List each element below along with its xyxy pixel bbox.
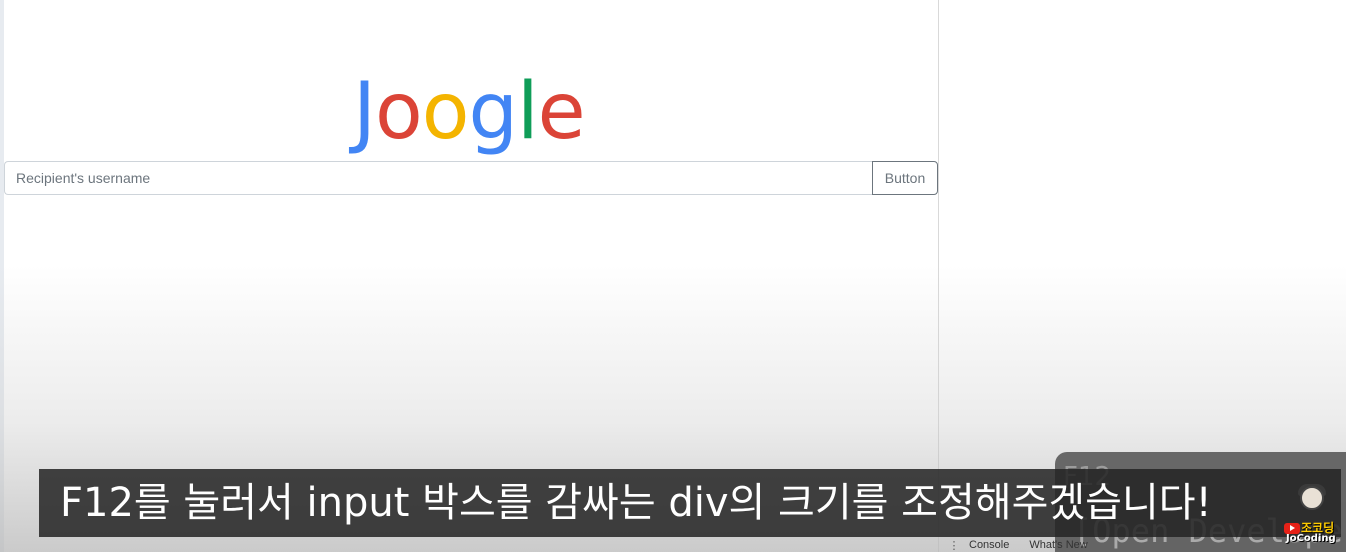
logo-letter: J	[353, 67, 376, 157]
avatar	[1300, 486, 1324, 510]
joogle-logo: Joogle	[353, 62, 586, 162]
channel-badge: 조코딩 JoCoding	[1284, 484, 1340, 546]
logo-letter: l	[517, 67, 539, 157]
logo-letter: o	[421, 67, 470, 157]
logo-letter: o	[375, 67, 423, 157]
drawer-tab-console[interactable]: Console	[969, 539, 1009, 551]
video-subtitle: F12를 눌러서 input 박스를 감싸는 div의 크기를 조정해주겠습니다…	[39, 469, 1341, 537]
drawer-menu-icon[interactable]: ⋮	[939, 539, 969, 552]
drawer-tab-whats-new[interactable]: What's New	[1029, 539, 1087, 551]
logo-letter: g	[468, 67, 518, 157]
search-input-group: Button	[4, 161, 938, 195]
channel-name-en: JoCoding	[1286, 533, 1336, 544]
search-button[interactable]: Button	[872, 161, 938, 195]
logo-letter: e	[537, 67, 586, 157]
search-input[interactable]	[4, 161, 872, 195]
